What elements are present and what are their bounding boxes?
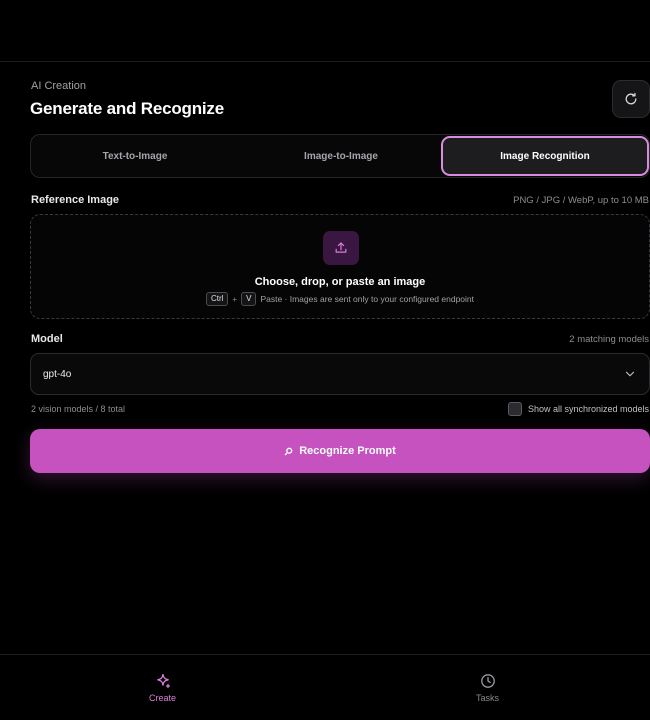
plus-sign: + [232,294,238,304]
dropzone-title: Choose, drop, or paste an image [254,276,426,288]
vision-models-count: 2 vision models / 8 total [31,404,126,414]
matching-models-count: 2 matching models [569,334,649,345]
clock-icon [480,674,495,688]
upload-icon [323,231,359,265]
image-dropzone[interactable]: Choose, drop, or paste an image Ctrl + V… [30,214,650,319]
nav-tasks[interactable]: Tasks [325,655,650,720]
reference-image-label: Reference Image [31,194,120,206]
recognize-prompt-label: Recognize Prompt [299,445,396,457]
refresh-icon [625,92,637,105]
tab-text-to-image[interactable]: Text-to-Image [31,135,239,177]
page-title: Generate and Recognize [30,99,224,118]
nav-create-label: Create [148,693,176,703]
recognize-prompt-button[interactable]: Recognize Prompt [30,429,650,473]
model-select[interactable]: gpt-4o [30,353,650,395]
paste-note: Paste · Images are sent only to your con… [260,294,475,304]
v-key: V [241,292,257,306]
nav-create[interactable]: Create [0,655,325,720]
sparkle-icon [156,673,170,689]
dropzone-hint: Ctrl + V Paste · Images are sent only to… [31,292,649,306]
ctrl-key: Ctrl [205,292,229,306]
reference-image-hint: PNG / JPG / WebP, up to 10 MB [513,195,649,206]
show-all-models-toggle[interactable]: Show all synchronized models [507,402,649,416]
tab-image-recognition[interactable]: Image Recognition [441,136,649,176]
section-label: AI Creation [31,80,87,92]
tab-image-to-image[interactable]: Image-to-Image [239,135,443,177]
search-icon [284,447,293,455]
top-bar [0,0,650,62]
chevron-down-icon [625,371,635,377]
show-all-checkbox[interactable] [507,402,522,416]
mode-tabs: Text-to-Image Image-to-Image Image Recog… [30,134,650,178]
refresh-button[interactable] [612,80,650,118]
nav-tasks-label: Tasks [475,693,499,703]
model-label: Model [31,333,63,345]
model-select-value: gpt-4o [43,369,72,380]
bottom-navigation: Create Tasks [0,654,650,720]
show-all-label: Show all synchronized models [527,404,649,414]
